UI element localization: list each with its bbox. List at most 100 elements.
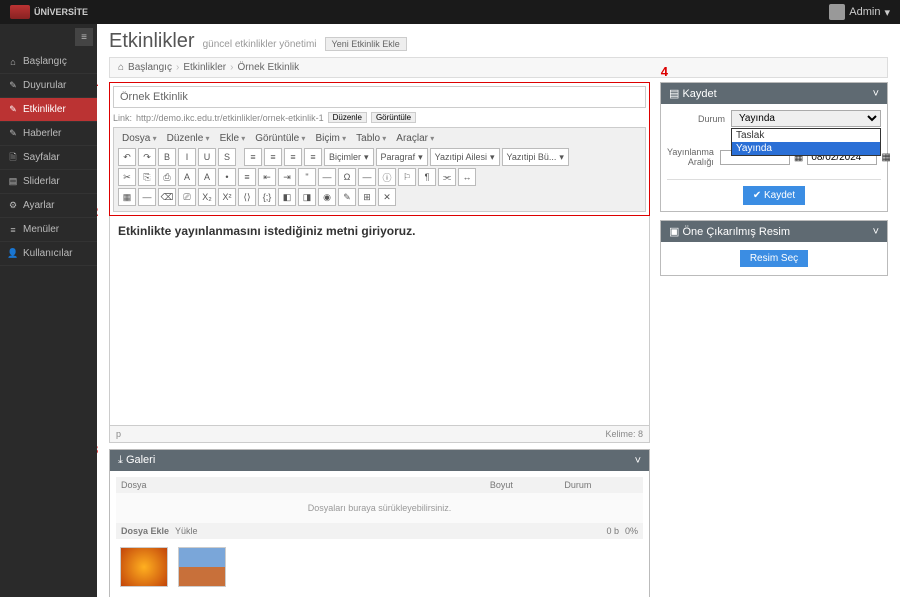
toolbar-button[interactable]: ⇥: [278, 168, 296, 186]
sidebar-item-sliderlar[interactable]: ▤ Sliderlar: [0, 170, 97, 194]
toolbar-button[interactable]: •: [218, 168, 236, 186]
toolbar-button[interactable]: ⌫: [158, 188, 176, 206]
edit-link-button[interactable]: Düzenle: [328, 112, 367, 123]
toolbar-button[interactable]: ⎘: [138, 168, 156, 186]
breadcrumb-section[interactable]: Etkinlikler: [183, 62, 226, 73]
sidebar-label: Duyurular: [23, 80, 66, 91]
sidebar-icon: 👤: [8, 249, 18, 259]
menu-ekle[interactable]: Ekle: [216, 131, 250, 146]
toolbar-button[interactable]: A: [198, 168, 216, 186]
sidebar-item-duyurular[interactable]: ✎ Duyurular: [0, 74, 97, 98]
collapse-icon[interactable]: ˅: [873, 226, 879, 238]
toolbar-button[interactable]: ⎙: [158, 168, 176, 186]
toolbar-button[interactable]: —: [138, 188, 156, 206]
select-image-button[interactable]: Resim Seç: [740, 250, 808, 267]
toolbar-button[interactable]: ": [298, 168, 316, 186]
home-icon: ⌂: [118, 62, 124, 73]
breadcrumb: ⌂ Başlangıç › Etkinlikler › Örnek Etkinl…: [109, 57, 888, 78]
sidebar-toggle[interactable]: ≡: [75, 28, 93, 46]
menu-düzenle[interactable]: Düzenle: [163, 131, 214, 146]
align-button[interactable]: ≡: [304, 148, 322, 166]
select-para[interactable]: Paragraf ▾: [376, 148, 428, 166]
toolbar-button[interactable]: {;}: [258, 188, 276, 206]
toolbar-button[interactable]: ⇤: [258, 168, 276, 186]
menu-araçlar[interactable]: Araçlar: [392, 131, 438, 146]
toolbar-button[interactable]: ✕: [378, 188, 396, 206]
toolbar-button[interactable]: ⎚: [178, 188, 196, 206]
menu-dosya[interactable]: Dosya: [118, 131, 161, 146]
sidebar-item-kullanıcılar[interactable]: 👤Kullanıcılar: [0, 242, 97, 266]
status-select[interactable]: Yayında: [731, 110, 881, 127]
select-size[interactable]: Yazıtipi Bü... ▾: [502, 148, 569, 166]
toolbar-button[interactable]: ▦: [118, 188, 136, 206]
breadcrumb-current: Örnek Etkinlik: [237, 62, 299, 73]
upload-button[interactable]: Yükle: [175, 526, 198, 536]
toolbar-button[interactable]: ↷: [138, 148, 156, 166]
toolbar-button[interactable]: ✂: [118, 168, 136, 186]
toolbar-button[interactable]: X₂: [198, 188, 216, 206]
add-file-button[interactable]: Dosya Ekle: [121, 526, 169, 536]
align-button[interactable]: ≡: [264, 148, 282, 166]
sidebar-item-etkinlikler[interactable]: ✎Etkinlikler: [0, 98, 97, 122]
toolbar-button[interactable]: ✎: [338, 188, 356, 206]
sidebar-item-ayarlar[interactable]: ⚙Ayarlar: [0, 194, 97, 218]
toolbar-button[interactable]: X²: [218, 188, 236, 206]
align-button[interactable]: ≡: [244, 148, 262, 166]
select-font[interactable]: Yazıtipi Ailesi ▾: [430, 148, 500, 166]
toolbar-button[interactable]: A: [178, 168, 196, 186]
toolbar-button[interactable]: S: [218, 148, 236, 166]
sidebar-item-sayfalar[interactable]: 🗎Sayfalar: [0, 146, 97, 170]
menu-tablo[interactable]: Tablo: [352, 131, 390, 146]
toolbar-button[interactable]: ⟨⟩: [238, 188, 256, 206]
sidebar-icon: ✎: [8, 81, 18, 91]
toolbar-button[interactable]: —: [358, 168, 376, 186]
sidebar-icon: ▤: [8, 177, 18, 187]
toolbar-button[interactable]: B: [158, 148, 176, 166]
status-option-yayinda[interactable]: Yayında: [732, 142, 880, 155]
avatar-icon: [829, 4, 845, 20]
toolbar-button[interactable]: ≡: [238, 168, 256, 186]
menu-görüntüle[interactable]: Görüntüle: [251, 131, 309, 146]
user-menu[interactable]: Admin ▾: [829, 4, 890, 20]
menu-biçim[interactable]: Biçim: [311, 131, 350, 146]
collapse-icon[interactable]: ˅: [635, 455, 641, 467]
status-option-taslak[interactable]: Taslak: [732, 129, 880, 142]
toolbar-button[interactable]: ◉: [318, 188, 336, 206]
thumbnail-2[interactable]: [178, 547, 226, 587]
select-bicim[interactable]: Biçimler ▾: [324, 148, 374, 166]
view-link-button[interactable]: Görüntüle: [371, 112, 416, 123]
new-event-button[interactable]: Yeni Etkinlik Ekle: [325, 37, 407, 51]
calendar-icon[interactable]: ▦: [881, 152, 890, 163]
collapse-icon[interactable]: ˅: [873, 88, 879, 100]
breadcrumb-home[interactable]: Başlangıç: [128, 62, 172, 73]
toolbar-button[interactable]: ⓘ: [378, 168, 396, 186]
sidebar-label: Sliderlar: [23, 176, 60, 187]
toolbar-button[interactable]: Ω: [338, 168, 356, 186]
sidebar-item-haberler[interactable]: ✎Haberler: [0, 122, 97, 146]
toolbar-button[interactable]: ↶: [118, 148, 136, 166]
align-button[interactable]: ≡: [284, 148, 302, 166]
sidebar-item-menüler[interactable]: ≡Menüler: [0, 218, 97, 242]
toolbar-button[interactable]: ◧: [278, 188, 296, 206]
toolbar-button[interactable]: ¶: [418, 168, 436, 186]
page-subtitle: güncel etkinlikler yönetimi: [203, 39, 317, 50]
toolbar-button[interactable]: ⊞: [358, 188, 376, 206]
annotation-2: 2: [97, 204, 98, 219]
title-input[interactable]: [113, 86, 646, 108]
toolbar-button[interactable]: I: [178, 148, 196, 166]
save-button[interactable]: ✔ Kaydet: [743, 186, 805, 205]
toolbar-button[interactable]: ⚐: [398, 168, 416, 186]
dropzone[interactable]: Dosyaları buraya sürükleyebilirsiniz.: [116, 493, 643, 523]
editor-content[interactable]: Etkinlikte yayınlanmasını istediğiniz me…: [109, 216, 650, 426]
sidebar-item-başlangıç[interactable]: ⌂Başlangıç: [0, 50, 97, 74]
toolbar-button[interactable]: U: [198, 148, 216, 166]
thumbnail-1[interactable]: [120, 547, 168, 587]
sidebar-label: Etkinlikler: [23, 104, 66, 115]
editor-toolbar: DosyaDüzenleEkleGörüntüleBiçimTabloAraçl…: [113, 127, 646, 212]
durum-label: Durum: [667, 114, 725, 124]
toolbar-button[interactable]: ↔: [458, 168, 476, 186]
toolbar-button[interactable]: ◨: [298, 188, 316, 206]
toolbar-button[interactable]: —: [318, 168, 336, 186]
sidebar-label: Menüler: [23, 224, 59, 235]
toolbar-button[interactable]: ⫘: [438, 168, 456, 186]
